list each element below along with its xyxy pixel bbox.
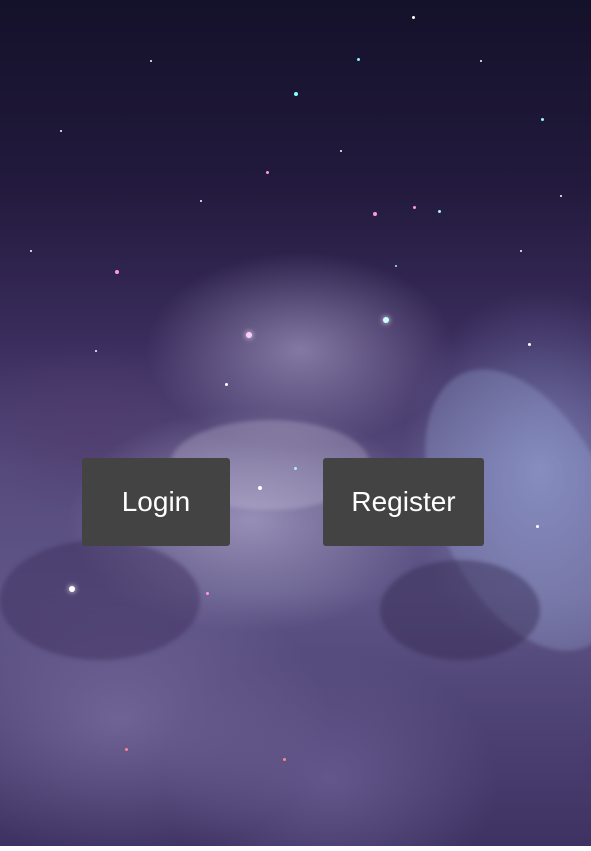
star (413, 206, 416, 209)
star (150, 60, 152, 62)
space-background: Login Register (0, 0, 591, 846)
star (373, 212, 377, 216)
star (480, 60, 482, 62)
star (283, 758, 286, 761)
star (541, 118, 544, 121)
star (340, 150, 342, 152)
star (225, 383, 228, 386)
star (206, 592, 209, 595)
nebula-cloud (0, 540, 200, 660)
star (412, 16, 415, 19)
star (294, 467, 297, 470)
star (294, 92, 298, 96)
star (438, 210, 441, 213)
star (125, 748, 128, 751)
star (520, 250, 522, 252)
star (95, 350, 97, 352)
star (69, 586, 75, 592)
star (528, 343, 531, 346)
star (383, 317, 389, 323)
star (266, 171, 269, 174)
star (115, 270, 119, 274)
register-button[interactable]: Register (323, 458, 484, 546)
star (395, 265, 397, 267)
star (560, 195, 562, 197)
star (30, 250, 32, 252)
star (60, 130, 62, 132)
star (258, 486, 262, 490)
star (536, 525, 539, 528)
star (357, 58, 360, 61)
nebula-cloud (380, 560, 540, 660)
star (246, 332, 252, 338)
star (200, 200, 202, 202)
login-button[interactable]: Login (82, 458, 230, 546)
